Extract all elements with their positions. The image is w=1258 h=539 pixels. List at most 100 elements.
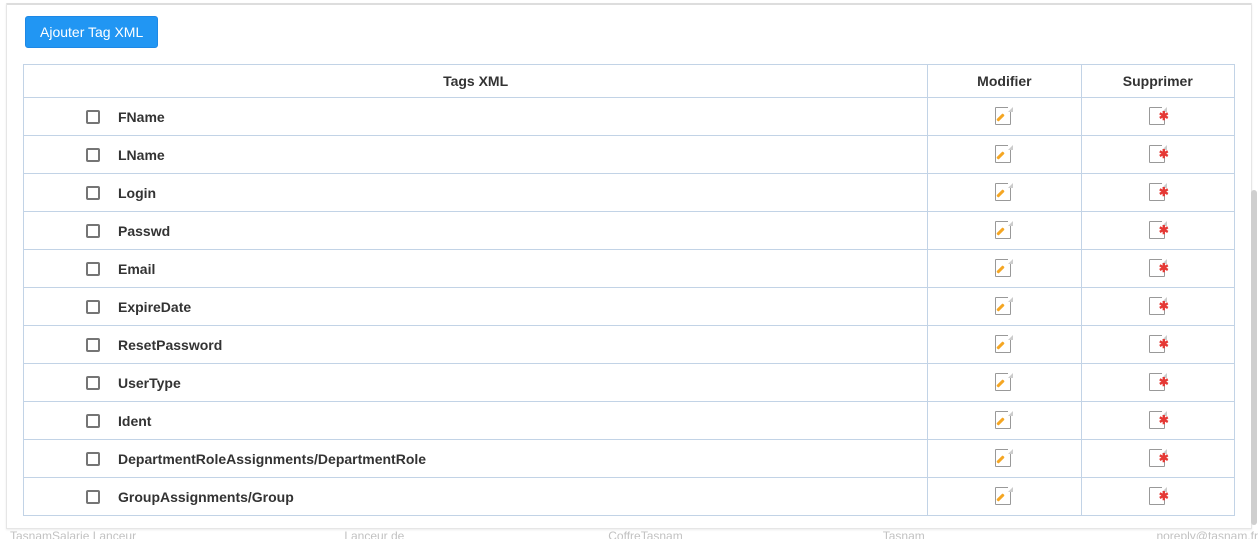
modifier-cell	[928, 174, 1081, 212]
modifier-cell	[928, 288, 1081, 326]
row-checkbox[interactable]	[86, 300, 100, 314]
edit-icon[interactable]	[994, 259, 1014, 279]
delete-icon[interactable]: ✱	[1148, 259, 1168, 279]
supprimer-cell: ✱	[1081, 250, 1234, 288]
modifier-cell	[928, 212, 1081, 250]
tag-cell: ResetPassword	[24, 326, 928, 364]
modifier-cell	[928, 364, 1081, 402]
table-row: LName ✱	[24, 136, 1235, 174]
supprimer-cell: ✱	[1081, 402, 1234, 440]
edit-icon[interactable]	[994, 335, 1014, 355]
column-header-supprimer: Supprimer	[1081, 65, 1234, 98]
tag-cell: Ident	[24, 402, 928, 440]
modifier-cell	[928, 402, 1081, 440]
tag-cell: Email	[24, 250, 928, 288]
tag-label: DepartmentRoleAssignments/DepartmentRole	[118, 451, 426, 467]
delete-icon[interactable]: ✱	[1148, 183, 1168, 203]
modifier-cell	[928, 98, 1081, 136]
supprimer-cell: ✱	[1081, 364, 1234, 402]
delete-icon[interactable]: ✱	[1148, 335, 1168, 355]
table-row: Email ✱	[24, 250, 1235, 288]
row-checkbox[interactable]	[86, 186, 100, 200]
delete-icon[interactable]: ✱	[1148, 487, 1168, 507]
tag-label: ExpireDate	[118, 299, 191, 315]
table-row: Login ✱	[24, 174, 1235, 212]
row-checkbox[interactable]	[86, 338, 100, 352]
footer-text: Lanceur de taches	[344, 529, 408, 539]
delete-icon[interactable]: ✱	[1148, 107, 1168, 127]
tag-label: UserType	[118, 375, 181, 391]
column-header-tags: Tags XML	[24, 65, 928, 98]
vertical-scrollbar[interactable]	[1251, 190, 1257, 525]
modifier-cell	[928, 478, 1081, 516]
footer-text: CoffreTasnam	[608, 529, 682, 539]
supprimer-cell: ✱	[1081, 440, 1234, 478]
footer-text: TasnamSalarie Lanceur import salaries	[10, 529, 144, 539]
modifier-cell	[928, 136, 1081, 174]
tag-label: Email	[118, 261, 155, 277]
modifier-cell	[928, 250, 1081, 288]
delete-icon[interactable]: ✱	[1148, 449, 1168, 469]
table-row: DepartmentRoleAssignments/DepartmentRole…	[24, 440, 1235, 478]
supprimer-cell: ✱	[1081, 288, 1234, 326]
table-row: ExpireDate ✱	[24, 288, 1235, 326]
tag-cell: LName	[24, 136, 928, 174]
supprimer-cell: ✱	[1081, 136, 1234, 174]
tag-cell: Login	[24, 174, 928, 212]
table-row: ResetPassword ✱	[24, 326, 1235, 364]
add-tag-xml-button[interactable]: Ajouter Tag XML	[25, 16, 158, 48]
tag-cell: GroupAssignments/Group	[24, 478, 928, 516]
table-row: Ident ✱	[24, 402, 1235, 440]
tag-cell: ExpireDate	[24, 288, 928, 326]
column-header-modifier: Modifier	[928, 65, 1081, 98]
row-checkbox[interactable]	[86, 376, 100, 390]
tag-label: LName	[118, 147, 165, 163]
delete-icon[interactable]: ✱	[1148, 373, 1168, 393]
row-checkbox[interactable]	[86, 490, 100, 504]
supprimer-cell: ✱	[1081, 174, 1234, 212]
edit-icon[interactable]	[994, 107, 1014, 127]
edit-icon[interactable]	[994, 183, 1014, 203]
tag-label: Login	[118, 185, 156, 201]
edit-icon[interactable]	[994, 449, 1014, 469]
xml-tags-table: Tags XML Modifier Supprimer FName ✱ LName ✱…	[23, 64, 1235, 516]
table-row: Passwd ✱	[24, 212, 1235, 250]
delete-icon[interactable]: ✱	[1148, 145, 1168, 165]
edit-icon[interactable]	[994, 297, 1014, 317]
row-checkbox[interactable]	[86, 262, 100, 276]
row-checkbox[interactable]	[86, 110, 100, 124]
edit-icon[interactable]	[994, 373, 1014, 393]
tag-label: ResetPassword	[118, 337, 222, 353]
supprimer-cell: ✱	[1081, 212, 1234, 250]
edit-icon[interactable]	[994, 487, 1014, 507]
tag-cell: DepartmentRoleAssignments/DepartmentRole	[24, 440, 928, 478]
delete-icon[interactable]: ✱	[1148, 297, 1168, 317]
edit-icon[interactable]	[994, 221, 1014, 241]
row-checkbox[interactable]	[86, 148, 100, 162]
main-panel: Ajouter Tag XML Tags XML Modifier Suppri…	[6, 3, 1252, 529]
supprimer-cell: ✱	[1081, 326, 1234, 364]
tag-label: GroupAssignments/Group	[118, 489, 294, 505]
footer-text: Tasnam admin Coffre	[883, 529, 957, 539]
edit-icon[interactable]	[994, 411, 1014, 431]
table-row: UserType ✱	[24, 364, 1235, 402]
row-checkbox[interactable]	[86, 452, 100, 466]
edit-icon[interactable]	[994, 145, 1014, 165]
table-row: GroupAssignments/Group ✱	[24, 478, 1235, 516]
tag-label: Passwd	[118, 223, 170, 239]
tag-cell: UserType	[24, 364, 928, 402]
supprimer-cell: ✱	[1081, 478, 1234, 516]
footer-text: noreply@tasnam.fr	[1156, 529, 1258, 539]
tag-cell: Passwd	[24, 212, 928, 250]
supprimer-cell: ✱	[1081, 98, 1234, 136]
tag-label: FName	[118, 109, 165, 125]
table-row: FName ✱	[24, 98, 1235, 136]
delete-icon[interactable]: ✱	[1148, 411, 1168, 431]
footer-blurred-text: TasnamSalarie Lanceur import salaries La…	[0, 529, 1258, 539]
row-checkbox[interactable]	[86, 224, 100, 238]
tag-cell: FName	[24, 98, 928, 136]
modifier-cell	[928, 440, 1081, 478]
modifier-cell	[928, 326, 1081, 364]
row-checkbox[interactable]	[86, 414, 100, 428]
delete-icon[interactable]: ✱	[1148, 221, 1168, 241]
